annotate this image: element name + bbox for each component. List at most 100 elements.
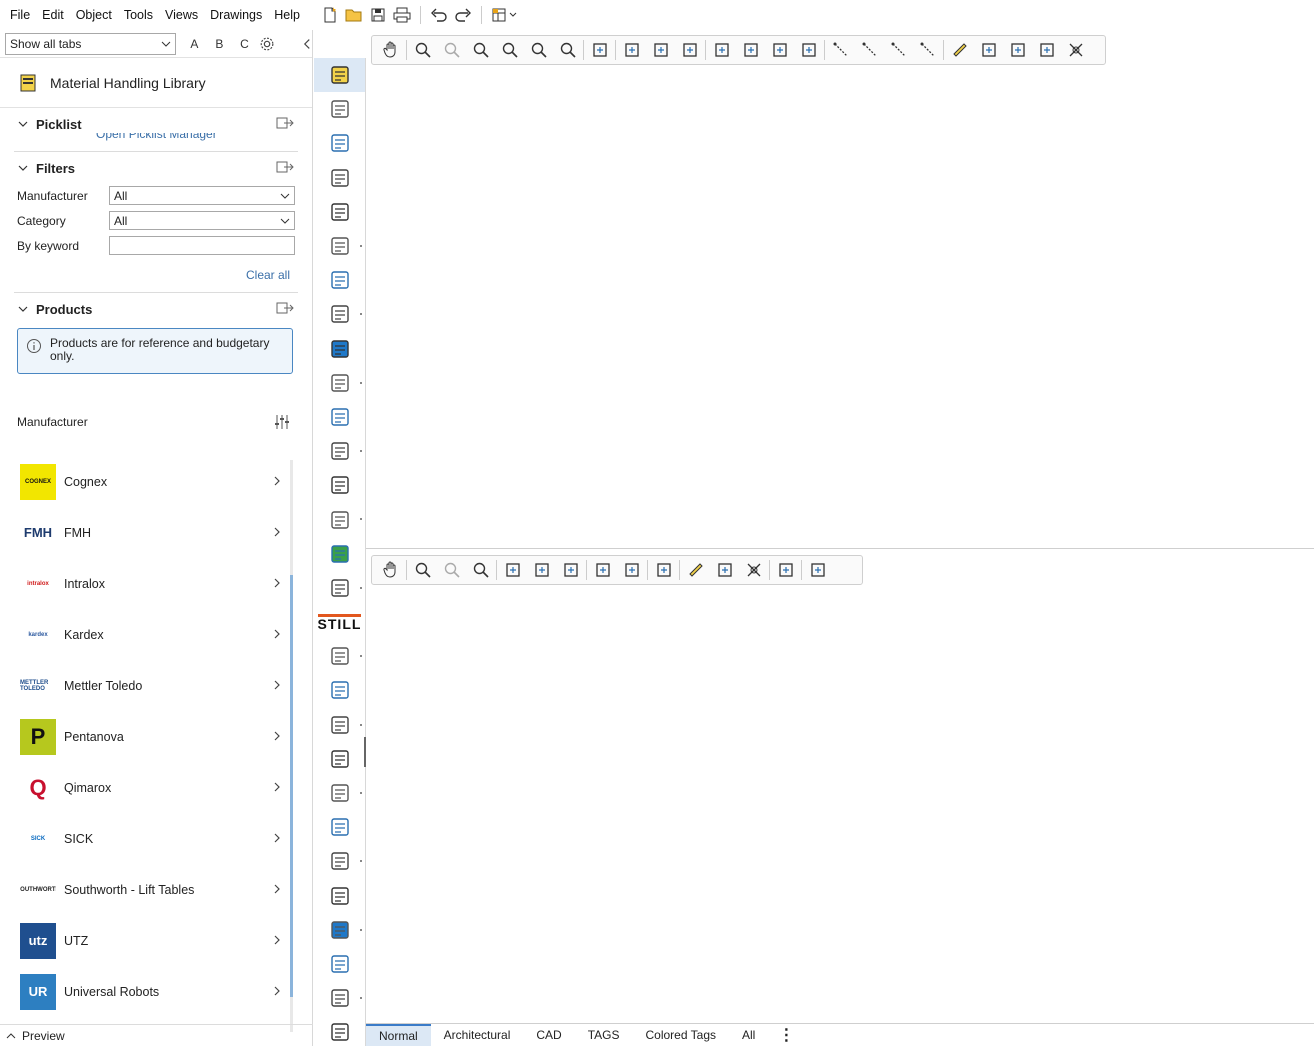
letter-c-button[interactable]: C [232, 37, 257, 51]
line-dashed-icon[interactable] [855, 37, 884, 63]
fireplace-icon[interactable] [314, 913, 365, 947]
manufacturer-item[interactable]: P Pentanova [20, 711, 288, 762]
close-tool-icon[interactable] [1061, 37, 1090, 63]
close-tool-icon[interactable] [739, 557, 768, 583]
tab-cad[interactable]: CAD [523, 1024, 574, 1046]
manufacturer-item[interactable]: utz UTZ [20, 915, 288, 966]
products-section-header[interactable]: Products [0, 294, 312, 324]
menu-object[interactable]: Object [70, 8, 118, 22]
manufacturer-scroll-thumb[interactable] [290, 575, 293, 997]
tabs-select[interactable]: Show all tabs [5, 32, 176, 55]
lamp-icon[interactable] [314, 708, 365, 742]
plumbing-icon[interactable] [314, 400, 365, 434]
select-plus-icon[interactable] [646, 37, 675, 63]
zoom-disabled-icon[interactable] [437, 557, 466, 583]
line-3d-icon[interactable] [884, 37, 913, 63]
collapse-panel-icon[interactable] [303, 38, 312, 50]
cup-icon[interactable] [314, 161, 365, 195]
stairs-edit-icon[interactable] [314, 810, 365, 844]
building-icon[interactable] [314, 126, 365, 160]
clear-all-link[interactable]: Clear all [246, 268, 290, 282]
fan-icon[interactable] [314, 742, 365, 776]
frame-icon[interactable] [649, 557, 678, 583]
snap-group-icon[interactable] [794, 37, 823, 63]
sort-filter-icon[interactable] [274, 414, 290, 430]
undo-icon[interactable] [427, 4, 451, 26]
line-resize-icon[interactable] [913, 37, 942, 63]
copy-object-icon[interactable] [710, 557, 739, 583]
menu-tools[interactable]: Tools [118, 8, 159, 22]
menu-file[interactable]: File [4, 8, 36, 22]
manufacturer-item[interactable]: kardex Kardex [20, 609, 288, 660]
floor-plan-icon[interactable] [314, 366, 365, 400]
layout-icon[interactable] [488, 4, 522, 26]
export-icon[interactable] [276, 117, 294, 132]
menu-views[interactable]: Views [159, 8, 204, 22]
letter-b-button[interactable]: B [207, 37, 232, 51]
align-icon[interactable] [1003, 37, 1032, 63]
open-picklist-link[interactable]: Open Picklist Manager [96, 133, 217, 141]
select-text-icon[interactable] [617, 557, 646, 583]
material-handling-icon[interactable] [314, 58, 365, 93]
medical-icon[interactable] [314, 537, 365, 571]
gear-icon[interactable] [259, 35, 275, 53]
zoom-previous-icon[interactable] [466, 37, 495, 63]
zoom-extents-icon[interactable] [495, 37, 524, 63]
settings-object-icon[interactable] [1032, 37, 1061, 63]
redo-icon[interactable] [451, 4, 475, 26]
keyword-input[interactable] [109, 236, 295, 255]
plant-icon[interactable] [314, 297, 365, 331]
menu-drawings[interactable]: Drawings [204, 8, 268, 22]
viewport-splitter[interactable] [366, 548, 1314, 549]
center-view-icon[interactable] [585, 37, 614, 63]
computer-icon[interactable] [314, 229, 365, 263]
light-fixture-icon[interactable] [314, 844, 365, 878]
ruler-icon[interactable] [681, 557, 710, 583]
print-icon[interactable] [390, 4, 414, 26]
tab-all[interactable]: All [729, 1024, 768, 1046]
panel-resize-handle[interactable] [364, 737, 366, 767]
cube-3d-icon[interactable] [314, 332, 365, 366]
category-select[interactable]: All [109, 211, 295, 230]
home-icon[interactable] [314, 502, 365, 536]
tab-normal[interactable]: Normal [366, 1023, 431, 1046]
zoom-fit-icon[interactable] [553, 37, 582, 63]
zoom-icon[interactable] [408, 37, 437, 63]
cube-wire-icon[interactable] [314, 981, 365, 1015]
stairs-icon[interactable] [314, 776, 365, 810]
globe-view-icon[interactable] [498, 557, 527, 583]
network-icon[interactable] [314, 1015, 365, 1046]
center-view-icon[interactable] [803, 557, 832, 583]
manufacturer-item[interactable]: Q Qimarox [20, 762, 288, 813]
tab-architectural[interactable]: Architectural [431, 1024, 524, 1046]
manufacturer-item[interactable]: SICK SICK [20, 813, 288, 864]
zoom-disabled-icon[interactable] [437, 37, 466, 63]
manufacturer-item[interactable]: intralox Intralox [20, 558, 288, 609]
menu-help[interactable]: Help [268, 8, 306, 22]
manufacturer-item[interactable]: FMH FMH [20, 507, 288, 558]
open-folder-icon[interactable] [342, 4, 366, 26]
brand-logo-icon[interactable] [314, 639, 365, 673]
export-icon[interactable] [276, 161, 294, 176]
people-icon[interactable] [314, 263, 365, 297]
ruler-icon[interactable] [945, 37, 974, 63]
select-icon[interactable] [588, 557, 617, 583]
vehicle-icon[interactable] [314, 195, 365, 229]
fit-3d-icon[interactable] [527, 557, 556, 583]
tools-icon[interactable] [314, 92, 365, 126]
lightbulb-icon[interactable] [314, 468, 365, 502]
camera-icon[interactable] [771, 557, 800, 583]
preview-toggle[interactable]: Preview [0, 1024, 313, 1046]
still-logo[interactable]: STILL [314, 605, 365, 639]
manufacturer-select[interactable]: All [109, 186, 295, 205]
new-file-icon[interactable] [318, 4, 342, 26]
save-icon[interactable] [366, 4, 390, 26]
line-icon[interactable] [826, 37, 855, 63]
snap-endpoint-icon[interactable] [707, 37, 736, 63]
kitchen-icon[interactable] [314, 434, 365, 468]
walls-icon[interactable] [556, 557, 585, 583]
manufacturer-item[interactable]: UR Universal Robots [20, 966, 288, 1017]
zoom-extents-icon[interactable] [466, 557, 495, 583]
manufacturer-item[interactable]: COGNEX Cognex [20, 456, 288, 507]
robot-arm-icon[interactable] [314, 673, 365, 707]
